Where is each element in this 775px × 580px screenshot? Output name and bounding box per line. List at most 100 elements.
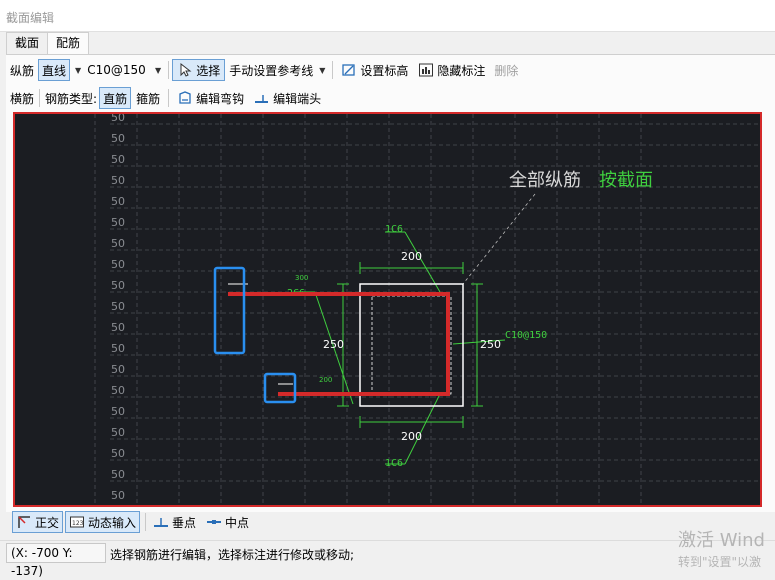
dynamic-input-button[interactable]: 123 动态输入 xyxy=(65,511,141,533)
edit-end-button[interactable]: 编辑端头 xyxy=(249,87,326,109)
rebar-type-label: 钢筋类型: xyxy=(45,91,98,106)
row-label: 50 xyxy=(111,363,125,376)
row-label: 50 xyxy=(111,468,125,481)
toolbar-separator xyxy=(168,89,170,107)
straight-bar-button[interactable]: 直筋 xyxy=(99,87,132,109)
row-label: 50 xyxy=(111,174,125,187)
dimension-bottom[interactable]: 200 xyxy=(401,430,422,443)
line-shape-button[interactable]: 直线 xyxy=(38,59,71,81)
tab-section[interactable]: 截面 xyxy=(6,32,49,54)
highlight-box-top-bar xyxy=(213,266,246,355)
label-1c6-top[interactable]: 1C6 xyxy=(385,224,403,235)
reference-line-label: 手动设置参考线 xyxy=(229,63,314,78)
window-title: 截面编辑 xyxy=(6,11,55,25)
dimension-left[interactable]: 250 xyxy=(323,338,344,351)
perpendicular-snap-button[interactable]: 垂点 xyxy=(149,511,200,533)
set-elevation-button[interactable]: 设置标高 xyxy=(336,59,413,81)
straight-bar-label: 直筋 xyxy=(103,91,128,106)
chevron-down-icon: ▼ xyxy=(75,65,82,75)
hide-dimension-button[interactable]: 隐藏标注 xyxy=(413,59,490,81)
spec-value: C10@150 xyxy=(87,63,146,77)
midpoint-snap-label: 中点 xyxy=(225,515,250,530)
annotation-leader xyxy=(462,193,536,285)
row-label: 50 xyxy=(111,300,125,313)
dynamic-input-icon: 123 xyxy=(70,516,85,528)
cursor-arrow-icon xyxy=(180,62,192,77)
toolbar-separator xyxy=(168,61,170,79)
bar-end-icon xyxy=(255,95,269,103)
edit-hook-button[interactable]: 编辑弯钩 xyxy=(172,87,249,109)
line-shape-label: 直线 xyxy=(42,63,67,78)
ortho-icon xyxy=(18,516,30,528)
ortho-label: 正交 xyxy=(35,515,60,530)
dimension-right[interactable]: 250 xyxy=(480,338,501,351)
row-label: 50 xyxy=(111,279,125,292)
row-label: 50 xyxy=(111,216,125,229)
title-bar: 截面编辑 xyxy=(0,0,775,32)
highlight-box-bottom-bar xyxy=(263,372,297,404)
drawing-canvas[interactable]: 50 50 50 50 50 50 50 50 50 50 50 50 50 5… xyxy=(13,112,762,507)
perpendicular-icon xyxy=(154,518,169,527)
toolbar-separator xyxy=(332,61,334,79)
label-300[interactable]: 300 xyxy=(295,274,308,282)
toolbar-separator xyxy=(39,89,41,107)
longitudinal-label: 纵筋 xyxy=(10,63,35,78)
row-label: 50 xyxy=(111,114,125,124)
coordinate-readout: (X: -700 Y: -137) xyxy=(6,543,106,578)
spec-dropdown[interactable]: C10@150 ▼ xyxy=(83,59,165,81)
row-label: 50 xyxy=(111,132,125,145)
delete-button[interactable]: 删除 xyxy=(490,59,522,81)
shape-dropdown[interactable]: ▼ xyxy=(70,59,83,81)
hide-dimension-label: 隐藏标注 xyxy=(437,63,486,78)
row-label: 50 xyxy=(111,153,125,166)
row-label: 50 xyxy=(111,384,125,397)
stirrup-button[interactable]: 箍筋 xyxy=(131,87,165,109)
row-label: 50 xyxy=(111,195,125,208)
toolbar-separator xyxy=(145,513,147,531)
perpendicular-snap-label: 垂点 xyxy=(172,515,197,530)
tab-strip: 截面 配筋 xyxy=(6,32,90,55)
reference-line-button[interactable]: 手动设置参考线 ▼ xyxy=(225,59,329,81)
svg-text:123: 123 xyxy=(72,520,84,527)
annotation-by-section[interactable]: 按截面 xyxy=(599,170,653,191)
section-editor-window: 截面编辑 截面 配筋 纵筋 直线 ▼ C10@150 ▼ 选择 手动设置参考线 … xyxy=(0,0,775,578)
transverse-toolbar: 横筋 钢筋类型: 直筋 箍筋 编辑弯钩 编辑端头 xyxy=(6,85,326,111)
select-button-label: 选择 xyxy=(196,63,221,78)
ortho-button[interactable]: 正交 xyxy=(12,511,64,533)
set-elevation-label: 设置标高 xyxy=(360,63,409,78)
mode-bar: 正交 123 动态输入 垂点 中点 xyxy=(12,510,255,534)
label-200[interactable]: 200 xyxy=(319,376,332,384)
row-label: 50 xyxy=(111,237,125,250)
row-label: 50 xyxy=(111,447,125,460)
chevron-down-icon: ▼ xyxy=(155,65,162,75)
longitudinal-toolbar: 纵筋 直线 ▼ C10@150 ▼ 选择 手动设置参考线 ▼ 设置标高 隐藏标注 xyxy=(6,57,522,83)
activation-watermark: 激活 Wind xyxy=(678,530,765,551)
tab-reinforcement[interactable]: 配筋 xyxy=(47,32,90,55)
midpoint-snap-button[interactable]: 中点 xyxy=(202,511,253,533)
elevation-icon xyxy=(342,64,356,76)
dynamic-input-label: 动态输入 xyxy=(88,515,137,530)
row-label: 50 xyxy=(111,258,125,271)
status-bar: (X: -700 Y: -137) 选择钢筋进行编辑，选择标注进行修改或移动; xyxy=(0,540,775,578)
label-stirrup-spec[interactable]: C10@150 xyxy=(505,330,547,341)
transverse-label: 横筋 xyxy=(10,91,35,106)
midpoint-icon xyxy=(207,520,222,524)
chevron-down-icon: ▼ xyxy=(319,65,326,75)
section-inner-cover xyxy=(371,295,452,395)
edit-end-label: 编辑端头 xyxy=(273,91,322,106)
label-1c6-bottom[interactable]: 1C6 xyxy=(385,458,403,469)
canvas-grid xyxy=(94,114,760,505)
row-label: 50 xyxy=(111,426,125,439)
select-button[interactable]: 选择 xyxy=(172,59,226,81)
chart-icon xyxy=(419,63,434,77)
row-label: 50 xyxy=(111,321,125,334)
edit-hook-label: 编辑弯钩 xyxy=(196,91,245,106)
status-message: 选择钢筋进行编辑，选择标注进行修改或移动; xyxy=(110,548,355,562)
stirrup-label: 箍筋 xyxy=(136,91,161,106)
canvas-drawing[interactable]: 50 50 50 50 50 50 50 50 50 50 50 50 50 5… xyxy=(15,114,760,505)
row-labels: 50 50 50 50 50 50 50 50 50 50 50 50 50 5… xyxy=(111,114,125,502)
annotation-all-longitudinal[interactable]: 全部纵筋 xyxy=(509,170,581,191)
row-label: 50 xyxy=(111,489,125,502)
row-label: 50 xyxy=(111,405,125,418)
dimension-top[interactable]: 200 xyxy=(401,250,422,263)
